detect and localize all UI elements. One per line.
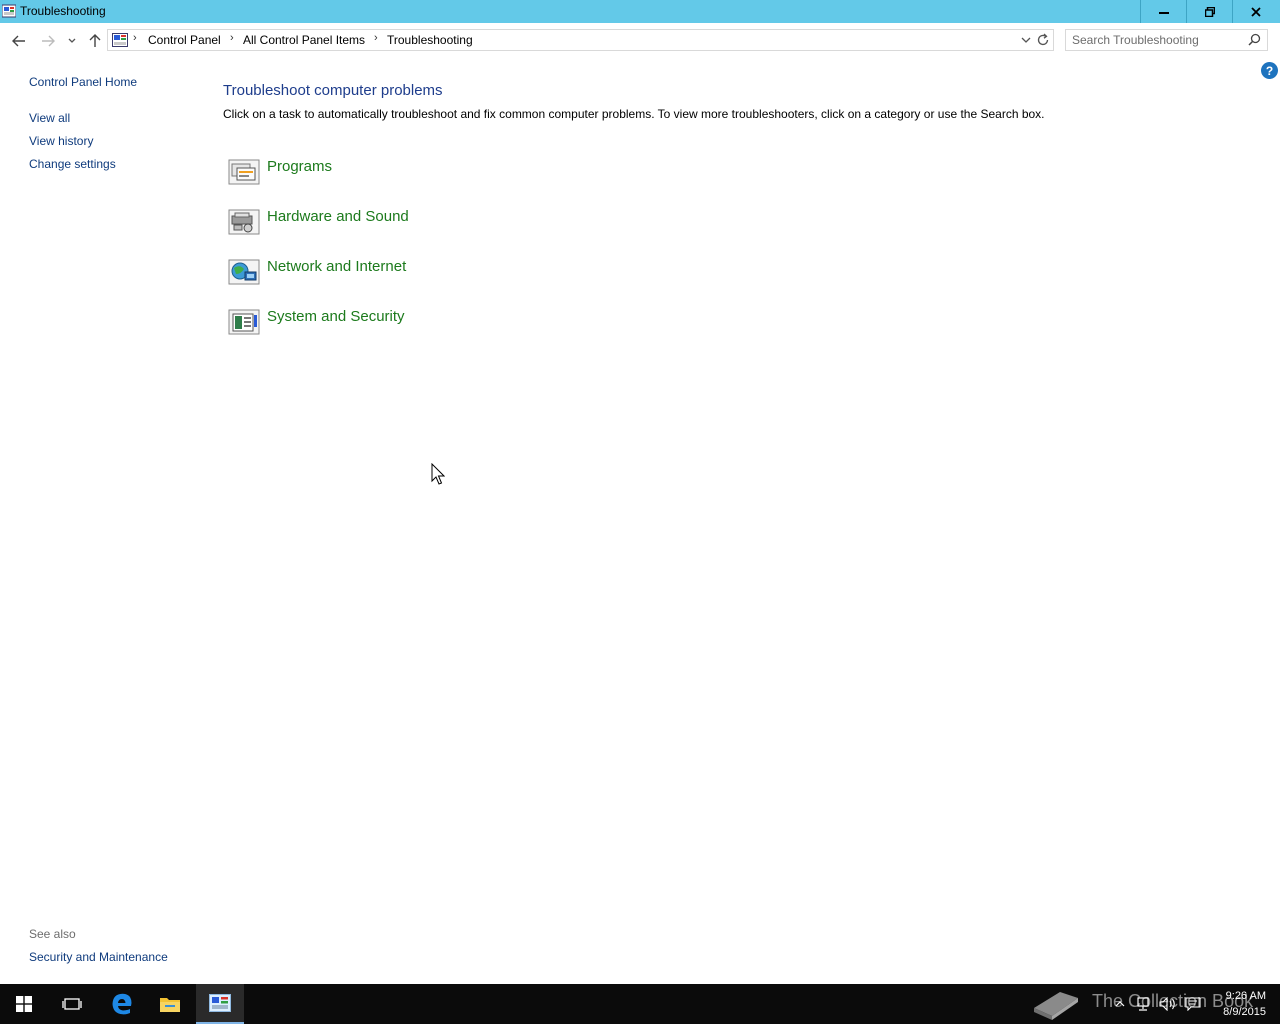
change-settings-link[interactable]: Change settings <box>29 157 116 171</box>
control-panel-home-link[interactable]: Control Panel Home <box>29 75 137 89</box>
speaker-icon <box>1159 997 1175 1011</box>
refresh-icon[interactable] <box>1036 33 1050 47</box>
category-hardware-and-sound[interactable]: Hardware and Sound <box>228 208 488 240</box>
category-label[interactable]: Network and Internet <box>267 258 406 275</box>
back-button[interactable] <box>9 31 29 51</box>
minimize-icon <box>1159 11 1169 14</box>
breadcrumb-separator-icon[interactable]: › <box>133 32 137 44</box>
help-icon[interactable]: ? <box>1261 62 1278 79</box>
view-all-link[interactable]: View all <box>29 111 70 125</box>
breadcrumb-separator-icon[interactable]: › <box>230 32 234 44</box>
address-bar[interactable]: › Control Panel › All Control Panel Item… <box>107 29 1054 51</box>
taskbar-edge-button[interactable] <box>98 984 146 1024</box>
task-view-button[interactable] <box>48 984 96 1024</box>
category-programs[interactable]: Programs <box>228 158 488 190</box>
close-button[interactable] <box>1232 0 1279 23</box>
minimize-button[interactable] <box>1140 0 1187 23</box>
view-history-link[interactable]: View history <box>29 134 93 148</box>
hardware-sound-icon <box>228 209 260 235</box>
page-description: Click on a task to automatically trouble… <box>223 107 1045 121</box>
network-icon <box>1137 997 1149 1011</box>
taskbar-control-panel-button[interactable] <box>196 984 244 1024</box>
breadcrumb-control-panel[interactable]: Control Panel <box>148 33 221 47</box>
title-bar: Troubleshooting <box>0 0 1280 23</box>
notification-icon <box>1185 997 1201 1011</box>
control-panel-app-icon[interactable] <box>2 4 16 18</box>
breadcrumb-separator-icon[interactable]: › <box>374 32 378 44</box>
start-button[interactable] <box>0 984 48 1024</box>
restore-icon <box>1205 6 1215 17</box>
close-icon <box>1251 6 1261 17</box>
see-also-heading: See also <box>29 927 76 941</box>
volume-tray-button[interactable] <box>1157 984 1179 1024</box>
clock-time: 9:26 AM <box>1225 990 1266 1002</box>
category-system-and-security[interactable]: System and Security <box>228 308 488 340</box>
restore-button[interactable] <box>1186 0 1233 23</box>
task-view-icon <box>62 998 82 1010</box>
book-icon <box>1034 992 1078 1020</box>
chevron-up-icon <box>1115 1001 1125 1007</box>
search-input[interactable] <box>1066 30 1248 50</box>
window-title: Troubleshooting <box>20 4 106 18</box>
network-internet-icon <box>228 259 260 285</box>
control-panel-icon[interactable] <box>112 33 128 47</box>
system-security-icon <box>228 309 260 335</box>
network-tray-button[interactable] <box>1132 984 1154 1024</box>
windows-logo-icon <box>16 996 32 1012</box>
category-label[interactable]: Programs <box>267 158 332 175</box>
edge-browser-icon <box>112 993 132 1015</box>
category-label[interactable]: Hardware and Sound <box>267 208 409 225</box>
taskbar-clock[interactable]: 9:26 AM 8/9/2015 <box>1208 988 1266 1020</box>
clock-date: 8/9/2015 <box>1223 1006 1266 1018</box>
action-center-button[interactable] <box>1182 984 1204 1024</box>
taskbar-file-explorer-button[interactable] <box>146 984 194 1024</box>
mouse-pointer-icon <box>431 463 445 485</box>
search-icon[interactable] <box>1248 33 1261 46</box>
navigation-bar: › Control Panel › All Control Panel Item… <box>0 23 1280 59</box>
forward-arrow-icon <box>42 35 55 47</box>
breadcrumb-all-control-panel-items[interactable]: All Control Panel Items <box>243 33 365 47</box>
page-title: Troubleshoot computer problems <box>223 82 443 99</box>
breadcrumb-troubleshooting[interactable]: Troubleshooting <box>387 33 473 47</box>
search-box[interactable] <box>1065 29 1268 51</box>
up-arrow-icon <box>89 34 101 47</box>
security-and-maintenance-link[interactable]: Security and Maintenance <box>29 950 168 964</box>
recent-locations-button[interactable] <box>62 31 82 51</box>
programs-icon <box>228 159 260 185</box>
chevron-down-icon <box>68 38 76 43</box>
show-hidden-icons-button[interactable] <box>1110 984 1130 1024</box>
control-panel-icon <box>209 994 231 1012</box>
forward-button[interactable] <box>38 31 58 51</box>
category-network-and-internet[interactable]: Network and Internet <box>228 258 488 290</box>
file-explorer-icon <box>160 998 180 1012</box>
up-button[interactable] <box>85 31 105 51</box>
taskbar: The Collection Book 9:26 AM 8/9/2015 <box>0 984 1280 1024</box>
back-arrow-icon <box>12 35 25 47</box>
address-dropdown-icon[interactable] <box>1021 34 1031 46</box>
category-label[interactable]: System and Security <box>267 308 405 325</box>
